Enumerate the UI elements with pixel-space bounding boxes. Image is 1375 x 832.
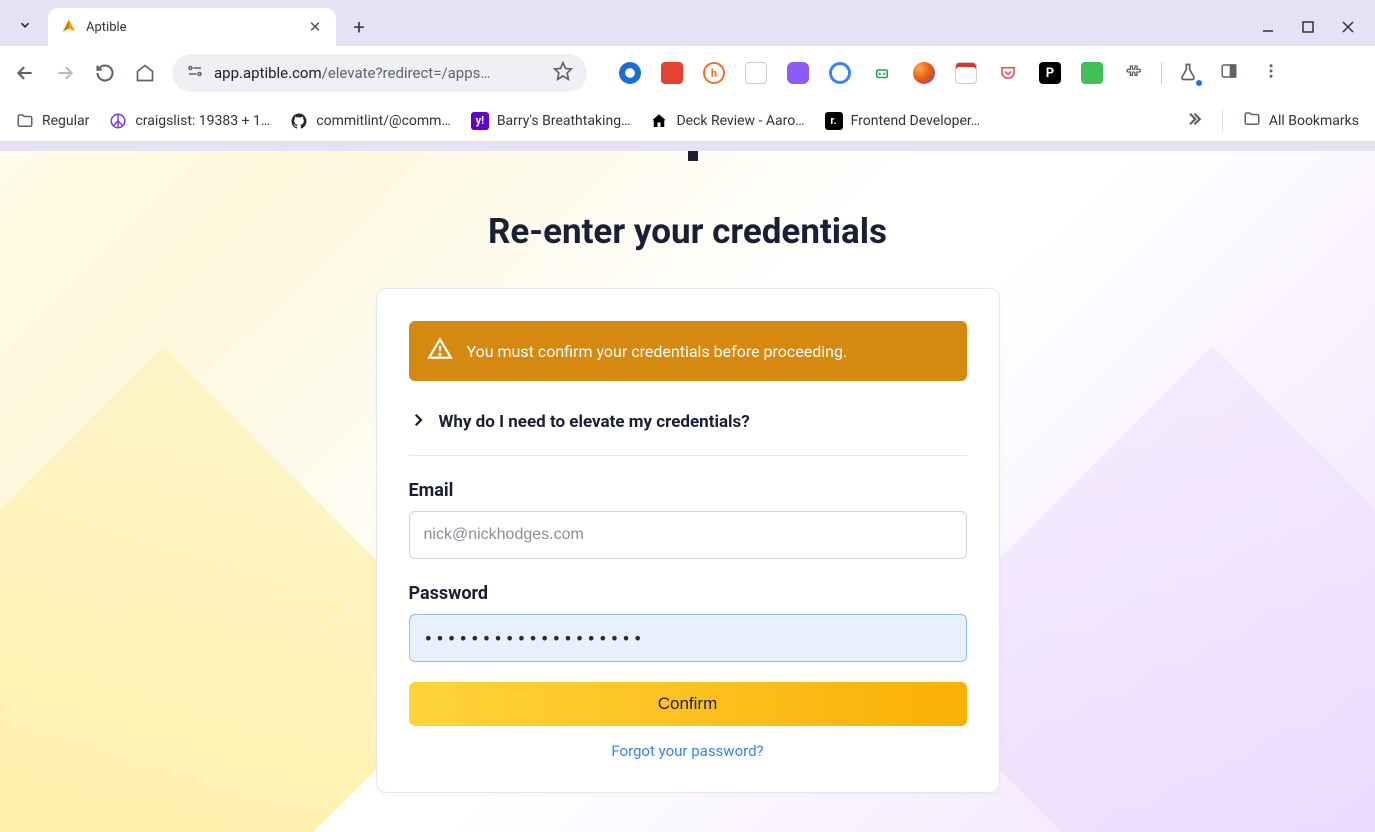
credentials-card: You must confirm your credentials before… — [376, 288, 1000, 793]
labs-flask-icon[interactable] — [1178, 62, 1200, 84]
reload-button[interactable] — [92, 60, 118, 86]
extension-purple-check-icon[interactable] — [787, 62, 809, 84]
extension-news-icon[interactable] — [745, 62, 767, 84]
url-text: app.aptible.com/elevate?redirect=/apps… — [214, 64, 543, 82]
tab-close-button[interactable]: ✕ — [306, 18, 324, 36]
alert-message: You must confirm your credentials before… — [467, 342, 848, 361]
extension-honey-icon[interactable]: h — [703, 62, 725, 84]
tab-strip: Aptible ✕ + — [0, 0, 1375, 46]
tabs-dropdown-button[interactable] — [10, 10, 40, 40]
roadmap-icon: r. — [825, 112, 843, 130]
extension-green-icon[interactable] — [1081, 62, 1103, 84]
minimize-button[interactable] — [1259, 18, 1277, 36]
bookmark-commitlint[interactable]: commitlint/@comm… — [290, 112, 451, 130]
browser-chrome: Aptible ✕ + — [0, 0, 1375, 151]
aptible-favicon-icon — [60, 18, 78, 36]
bookmarks-overflow-button[interactable] — [1184, 110, 1202, 132]
warning-triangle-icon — [427, 336, 453, 366]
chevron-right-icon — [409, 411, 427, 433]
extension-robot-icon[interactable] — [871, 62, 893, 84]
bookmark-label: Barry's Breathtaking… — [497, 113, 631, 129]
browser-tab-active[interactable]: Aptible ✕ — [48, 8, 336, 46]
github-icon — [290, 112, 308, 130]
extension-firefox-icon[interactable] — [913, 62, 935, 84]
close-window-button[interactable] — [1339, 18, 1357, 36]
forward-button[interactable] — [52, 60, 78, 86]
page-content: Re-enter your credentials You must confi… — [0, 151, 1375, 832]
house-icon — [650, 112, 668, 130]
extension-1password-icon[interactable] — [619, 62, 641, 84]
bookmark-star-icon[interactable] — [553, 61, 573, 85]
expand-help-section[interactable]: Why do I need to elevate my credentials? — [409, 405, 967, 456]
bookmark-label: craigslist: 19383 + 1… — [135, 113, 270, 129]
password-input[interactable] — [409, 614, 967, 662]
window-controls — [1259, 18, 1375, 36]
extension-calendar-icon[interactable] — [955, 62, 977, 84]
page-title: Re-enter your credentials — [488, 211, 887, 252]
separator — [1222, 110, 1223, 132]
bookmark-label: Regular — [42, 113, 89, 129]
extension-blue-circle-icon[interactable] — [829, 62, 851, 84]
bookmark-label: Deck Review - Aaro… — [676, 113, 804, 129]
tab-title: Aptible — [86, 20, 298, 35]
all-bookmarks-label: All Bookmarks — [1269, 113, 1359, 129]
extension-pocket-icon[interactable] — [997, 62, 1019, 84]
forgot-password-link[interactable]: Forgot your password? — [409, 742, 967, 760]
bookmarks-bar: Regular craigslist: 19383 + 1… commitlin… — [0, 100, 1375, 142]
email-input[interactable] — [409, 511, 967, 559]
bookmark-deck-review[interactable]: Deck Review - Aaro… — [650, 112, 804, 130]
bookmark-label: Frontend Developer… — [851, 113, 981, 129]
separator — [1161, 62, 1162, 84]
home-button[interactable] — [132, 60, 158, 86]
extension-icons: h P — [619, 62, 1284, 84]
bookmark-regular[interactable]: Regular — [16, 112, 89, 130]
maximize-button[interactable] — [1299, 18, 1317, 36]
chrome-menu-icon[interactable] — [1262, 62, 1284, 84]
password-label: Password — [409, 583, 967, 604]
extension-p-icon[interactable]: P — [1039, 62, 1061, 84]
site-settings-icon[interactable] — [186, 62, 204, 84]
bookmark-label: commitlint/@comm… — [316, 113, 451, 129]
alert-banner: You must confirm your credentials before… — [409, 321, 967, 381]
email-label: Email — [409, 480, 967, 501]
yahoo-icon: y! — [471, 112, 489, 130]
logo-fragment — [688, 151, 698, 161]
bookmark-frontend-dev[interactable]: r. Frontend Developer… — [825, 112, 981, 130]
folder-icon — [1243, 110, 1261, 132]
confirm-button[interactable]: Confirm — [409, 682, 967, 726]
extension-todoist-icon[interactable] — [661, 62, 683, 84]
back-button[interactable] — [12, 60, 38, 86]
folder-icon — [16, 112, 34, 130]
extensions-puzzle-icon[interactable] — [1123, 62, 1145, 84]
peace-icon — [109, 112, 127, 130]
address-bar-row: app.aptible.com/elevate?redirect=/apps… … — [0, 46, 1375, 100]
new-tab-button[interactable]: + — [344, 12, 374, 42]
bookmark-craigslist[interactable]: craigslist: 19383 + 1… — [109, 112, 270, 130]
expand-question-text: Why do I need to elevate my credentials? — [439, 412, 750, 432]
address-bar[interactable]: app.aptible.com/elevate?redirect=/apps… — [172, 54, 587, 92]
bookmark-barrys[interactable]: y! Barry's Breathtaking… — [471, 112, 631, 130]
sidepanel-icon[interactable] — [1220, 62, 1242, 84]
all-bookmarks-button[interactable]: All Bookmarks — [1243, 110, 1359, 132]
